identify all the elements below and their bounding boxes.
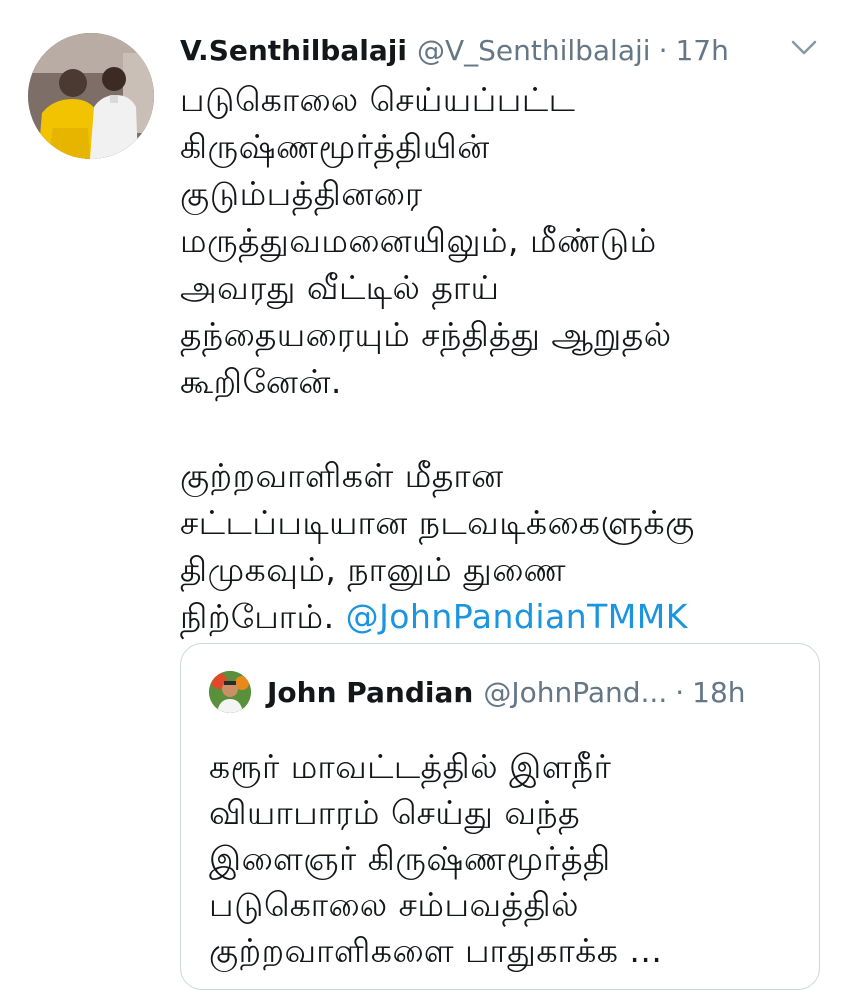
mention-link[interactable]: @JohnPandianTMMK xyxy=(346,597,688,636)
quoted-author-avatar[interactable] xyxy=(209,671,251,713)
quoted-tweet-text: கரூர் மாவட்டத்தில் இளநீர் வியாபாரம் செய்… xyxy=(209,744,809,974)
tweet[interactable]: V.Senthilbalaji @V_Senthilbalaji · 17h ப… xyxy=(0,0,849,1000)
quoted-author-handle[interactable]: @JohnPand... xyxy=(483,676,667,709)
paragraph-break xyxy=(180,405,830,452)
quoted-tweet-timestamp[interactable]: 18h xyxy=(692,676,745,709)
author-handle[interactable]: @V_Senthilbalaji xyxy=(417,34,651,67)
tweet-text-line: கிருஷ்ணமூர்த்தியின் xyxy=(180,127,490,166)
quoted-text-line: இளைஞர் கிருஷ்ணமூர்த்தி xyxy=(209,839,611,878)
quoted-author-name[interactable]: John Pandian xyxy=(267,676,473,709)
separator-dot: · xyxy=(675,675,685,709)
chevron-down-icon xyxy=(791,40,817,55)
more-options-button[interactable] xyxy=(790,38,818,58)
tweet-text-line: குடும்பத்தினரை xyxy=(180,174,423,213)
author-name[interactable]: V.Senthilbalaji xyxy=(180,34,407,67)
tweet-text-line: மருத்துவமனையிலும், மீண்டும் xyxy=(180,221,657,260)
tweet-timestamp[interactable]: 17h xyxy=(675,34,728,67)
tweet-text-line: படுகொலை செய்யப்பட்ட xyxy=(180,80,576,119)
profile-photo-icon xyxy=(28,33,154,159)
tweet-text-line: திமுகவும், நானும் துணை xyxy=(180,550,566,589)
tweet-text-fragment: நிற்போம். xyxy=(180,597,346,636)
quoted-tweet-header: John Pandian @JohnPand... · 18h xyxy=(267,672,797,712)
quoted-tweet-card[interactable]: John Pandian @JohnPand... · 18h கரூர் மா… xyxy=(180,643,820,990)
tweet-text-line: சட்டப்படியான நடவடிக்கைளுக்கு xyxy=(180,503,695,542)
tweet-text-line: குற்றவாளிகள் மீதான xyxy=(180,456,504,495)
tweet-header: V.Senthilbalaji @V_Senthilbalaji · 17h xyxy=(180,30,820,70)
tweet-text: படுகொலை செய்யப்பட்ட கிருஷ்ணமூர்த்தியின் … xyxy=(180,76,830,640)
tweet-text-line: அவரது வீட்டில் தாய் xyxy=(180,268,500,307)
profile-photo-icon xyxy=(209,671,251,713)
quoted-text-line: வியாபாரம் செய்து வந்த xyxy=(209,793,581,832)
tweet-text-line: தந்தையரையும் சந்தித்து ஆறுதல் xyxy=(180,315,672,354)
separator-dot: · xyxy=(658,33,668,67)
tweet-text-line: கூறினேன். xyxy=(180,362,342,401)
quoted-text-line: படுகொலை சம்பவத்தில் xyxy=(209,885,580,924)
quoted-text-line: குற்றவாளிகளை பாதுகாக்க ... xyxy=(209,931,663,970)
author-avatar[interactable] xyxy=(28,33,154,159)
tweet-text-last-line: நிற்போம். @JohnPandianTMMK xyxy=(180,593,830,640)
quoted-text-line: கரூர் மாவட்டத்தில் இளநீர் xyxy=(209,747,612,786)
